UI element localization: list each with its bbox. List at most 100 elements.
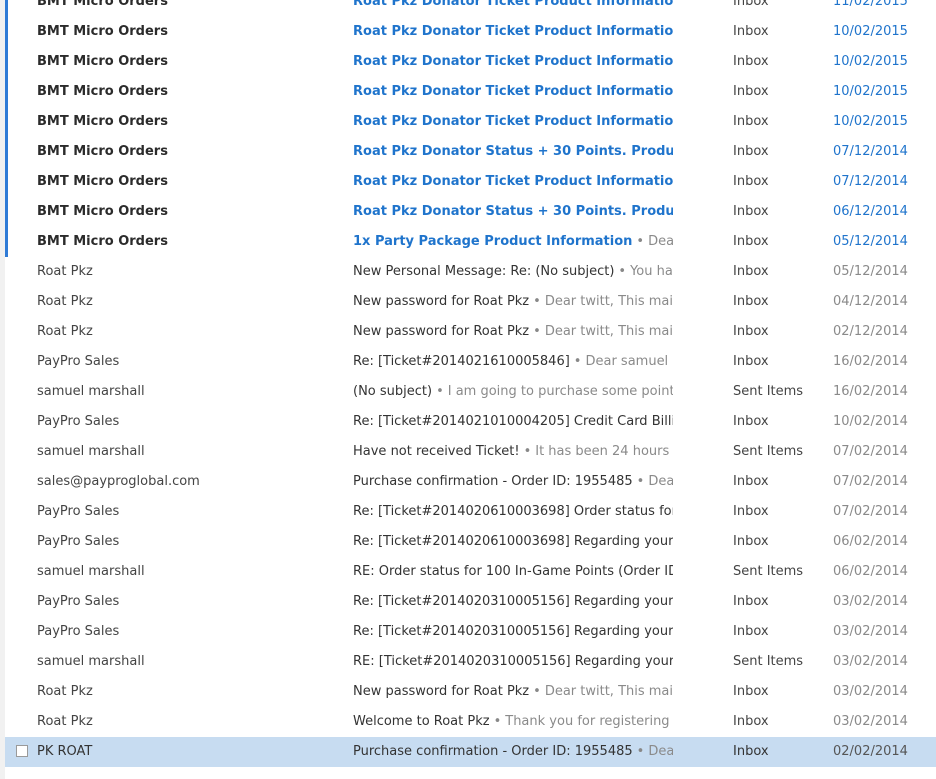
message-preview: Dear twitt, This mail wa [544, 684, 673, 699]
message-date: 10/02/2015 [833, 114, 908, 129]
message-row[interactable]: Roat Pkz New password for Roat Pkz • Dear t… [5, 317, 936, 347]
message-subject: Have not received Ticket! [353, 444, 520, 459]
message-sender: PayPro Sales [37, 594, 120, 609]
message-row[interactable]: BMT Micro Orders Roat Pkz Donator Ticket … [5, 167, 936, 197]
message-row[interactable]: PayPro Sales Re: [Ticket#2014020310005156… [5, 617, 936, 647]
message-subject: RE: [Ticket#2014020310005156] Regarding … [353, 654, 673, 669]
message-row[interactable]: Roat Pkz New password for Roat Pkz • Dear t… [5, 677, 936, 707]
message-row[interactable]: samuel marshall RE: [Ticket#2014020310005… [5, 647, 936, 677]
preview-separator: • [636, 474, 645, 489]
message-row[interactable]: PayPro Sales Re: [Ticket#2014021010004205… [5, 407, 936, 437]
message-row[interactable]: sales@payproglobal.com Purchase confirmat… [5, 467, 936, 497]
message-folder: Inbox [733, 0, 769, 9]
message-sender: sales@payproglobal.com [37, 474, 200, 489]
message-sender: Roat Pkz [37, 294, 93, 309]
message-folder: Inbox [733, 24, 769, 39]
message-row[interactable]: BMT Micro Orders 1x Party Package Product… [5, 227, 936, 257]
message-subject-cell: Re: [Ticket#2014021010004205] Credit Car… [353, 414, 673, 429]
preview-separator: • [618, 264, 627, 279]
message-subject-cell: Roat Pkz Donator Status + 30 Points. Pro… [353, 144, 673, 159]
message-date: 03/02/2014 [833, 594, 908, 609]
message-subject-cell: Re: [Ticket#2014020610003698] Regarding … [353, 534, 673, 549]
message-row[interactable]: BMT Micro Orders Roat Pkz Donator Status … [5, 197, 936, 227]
message-date: 11/02/2015 [833, 0, 908, 9]
message-subject-cell: 1x Party Package Product Information • Dea… [353, 234, 673, 249]
message-date: 05/12/2014 [833, 234, 908, 249]
message-row[interactable]: BMT Micro Orders Roat Pkz Donator Ticket … [5, 0, 936, 17]
message-preview: Dear a [648, 744, 673, 759]
message-row[interactable]: samuel marshall RE: Order status for 100 … [5, 557, 936, 587]
unread-indicator [5, 137, 8, 167]
message-subject: New password for Roat Pkz [353, 684, 530, 699]
message-row[interactable]: Roat Pkz Welcome to Roat Pkz • Thank you fo… [5, 707, 936, 737]
message-folder: Sent Items [733, 564, 804, 579]
message-folder: Inbox [733, 294, 769, 309]
message-row[interactable]: PayPro Sales Re: [Ticket#2014020610003698… [5, 527, 936, 557]
message-subject-cell: Re: [Ticket#2014020610003698] Order stat… [353, 504, 673, 519]
message-date: 10/02/2014 [833, 414, 908, 429]
message-sender: BMT Micro Orders [37, 114, 168, 129]
message-subject: RE: Order status for 100 In-Game Points … [353, 564, 673, 579]
message-subject-cell: RE: Order status for 100 In-Game Points … [353, 564, 673, 579]
message-subject: Roat Pkz Donator Status + 30 Points. Pro… [353, 144, 673, 159]
unread-indicator [5, 227, 8, 257]
message-folder: Inbox [733, 684, 769, 699]
unread-indicator [5, 167, 8, 197]
message-folder: Inbox [733, 624, 769, 639]
preview-separator: • [533, 324, 541, 339]
message-row[interactable]: PK ROAT Purchase confirmation - Order ID:… [5, 737, 936, 767]
message-row[interactable]: PayPro Sales Re: [Ticket#2014021610005846… [5, 347, 936, 377]
message-folder: Inbox [733, 144, 769, 159]
message-sender: PayPro Sales [37, 534, 120, 549]
message-row[interactable]: PayPro Sales Re: [Ticket#2014020610003698… [5, 497, 936, 527]
message-row[interactable]: BMT Micro Orders Roat Pkz Donator Ticket … [5, 107, 936, 137]
message-row[interactable]: BMT Micro Orders Roat Pkz Donator Ticket … [5, 77, 936, 107]
message-date: 07/12/2014 [833, 174, 908, 189]
message-folder: Inbox [733, 414, 769, 429]
message-subject: Welcome to Roat Pkz [353, 714, 490, 729]
message-subject: Roat Pkz Donator Ticket Product Informat… [353, 174, 673, 189]
message-row[interactable]: BMT Micro Orders Roat Pkz Donator Ticket … [5, 17, 936, 47]
message-row[interactable]: BMT Micro Orders Roat Pkz Donator Ticket … [5, 47, 936, 77]
message-row[interactable]: BMT Micro Orders Roat Pkz Donator Status … [5, 137, 936, 167]
message-subject: Re: [Ticket#2014021010004205] Credit Car… [353, 414, 673, 429]
unread-indicator [5, 77, 8, 107]
message-row[interactable]: samuel marshall (No subject) • I am going t… [5, 377, 936, 407]
message-folder: Inbox [733, 84, 769, 99]
message-date: 03/02/2014 [833, 684, 908, 699]
message-date: 07/02/2014 [833, 444, 908, 459]
message-row[interactable]: samuel marshall Have not received Ticket!… [5, 437, 936, 467]
message-subject-cell: New password for Roat Pkz • Dear twitt, Th… [353, 684, 673, 699]
message-sender: samuel marshall [37, 444, 145, 459]
message-subject: 1x Party Package Product Information [353, 234, 633, 249]
message-row[interactable]: Roat Pkz New password for Roat Pkz • Dear t… [5, 287, 936, 317]
message-sender: Roat Pkz [37, 264, 93, 279]
message-preview: You have [630, 264, 673, 279]
message-date: 10/02/2015 [833, 54, 908, 69]
message-folder: Sent Items [733, 654, 804, 669]
message-subject: Roat Pkz Donator Ticket Product Informat… [353, 84, 673, 99]
message-sender: Roat Pkz [37, 684, 93, 699]
message-date: 03/02/2014 [833, 654, 908, 669]
message-subject: Re: [Ticket#2014020310005156] Regarding … [353, 624, 673, 639]
message-folder: Inbox [733, 504, 769, 519]
message-row[interactable]: PayPro Sales Re: [Ticket#2014020310005156… [5, 587, 936, 617]
message-date: 07/12/2014 [833, 144, 908, 159]
message-date: 16/02/2014 [833, 384, 908, 399]
message-subject-cell: Roat Pkz Donator Status + 30 Points. Pro… [353, 204, 673, 219]
message-preview: Dear a [648, 474, 673, 489]
message-date: 10/02/2015 [833, 84, 908, 99]
message-folder: Inbox [733, 474, 769, 489]
message-folder: Inbox [733, 714, 769, 729]
select-checkbox[interactable] [16, 745, 28, 757]
message-subject-cell: Welcome to Roat Pkz • Thank you for regist… [353, 714, 673, 729]
message-subject: New password for Roat Pkz [353, 324, 530, 339]
message-date: 07/02/2014 [833, 504, 908, 519]
message-sender: BMT Micro Orders [37, 84, 168, 99]
preview-separator: • [533, 294, 541, 309]
message-sender: BMT Micro Orders [37, 0, 168, 9]
message-folder: Inbox [733, 174, 769, 189]
message-sender: PayPro Sales [37, 414, 120, 429]
message-folder: Inbox [733, 264, 769, 279]
message-row[interactable]: Roat Pkz New Personal Message: Re: (No su… [5, 257, 936, 287]
